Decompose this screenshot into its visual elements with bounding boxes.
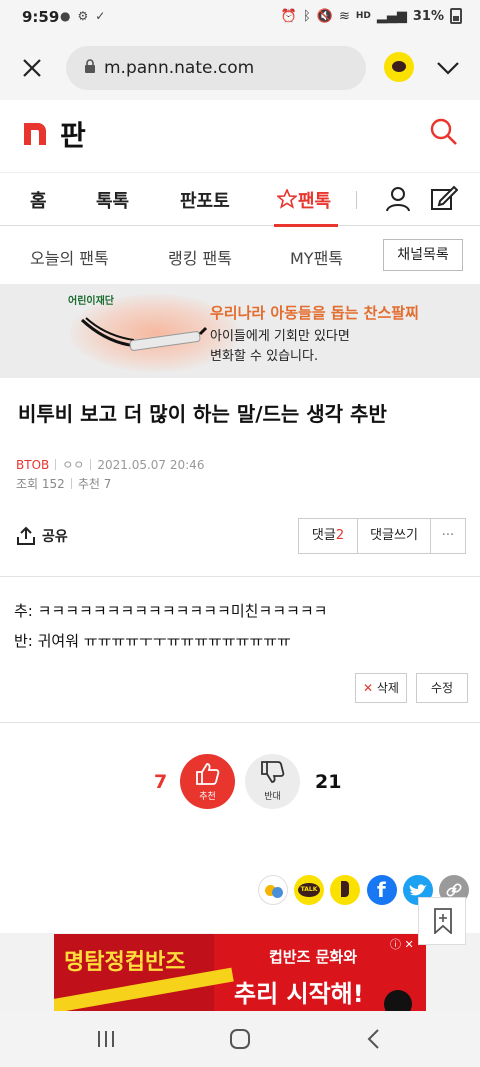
bookmark-icon bbox=[434, 908, 452, 934]
banner-headline: 우리나라 아동들을 돕는 찬스팔찌 bbox=[210, 304, 419, 322]
divider bbox=[0, 576, 480, 577]
subnav-ranking-fantok[interactable]: 랭킹 팬톡 bbox=[168, 245, 232, 269]
status-system-icons: ⏰ ᛒ 🔇 ≋ HD ▂▄▆ 31% bbox=[281, 8, 462, 24]
nav-pannphoto[interactable]: 판포토 bbox=[180, 187, 230, 213]
article-author: ㅇㅇ bbox=[62, 458, 85, 472]
ad-text-2: 추리 시작해! bbox=[234, 980, 364, 1008]
ad-info-close[interactable]: ⓘ ✕ bbox=[390, 936, 414, 952]
nav-toktok[interactable]: 톡톡 bbox=[96, 187, 129, 213]
article-title: 비투비 보고 더 많이 하는 말/드는 생각 추반 bbox=[18, 402, 387, 426]
comment-count: 2 bbox=[335, 528, 345, 543]
talk-text: TALK bbox=[298, 883, 320, 897]
share-label: 공유 bbox=[42, 529, 68, 545]
subnav-today-fantok[interactable]: 오늘의 팬톡 bbox=[30, 245, 109, 269]
thumbs-up-icon bbox=[196, 763, 220, 785]
bracelet-image bbox=[80, 317, 208, 351]
download-done-icon: ✓ bbox=[95, 9, 106, 23]
lock-icon bbox=[85, 59, 95, 73]
mute-icon: 🔇 bbox=[316, 8, 333, 24]
meta-divider bbox=[70, 478, 72, 489]
status-time: 9:59 bbox=[22, 8, 60, 26]
hd-label: HD bbox=[355, 11, 371, 21]
facebook-icon[interactable]: f bbox=[367, 875, 397, 905]
ad-title: 명탐정컵반즈 bbox=[64, 950, 186, 975]
oppose-button[interactable]: 반대 bbox=[245, 754, 300, 809]
bluetooth-icon: ᛒ bbox=[302, 8, 311, 24]
kakao-share-icon[interactable] bbox=[384, 52, 414, 82]
banner-subline-2: 변화할 수 있습니다. bbox=[210, 349, 319, 364]
battery-icon bbox=[450, 8, 462, 24]
chevron-down-icon[interactable] bbox=[436, 60, 460, 76]
divider bbox=[0, 722, 480, 723]
ad-text-1: 컵반즈 문화와 bbox=[269, 948, 358, 966]
bookmark-button[interactable] bbox=[418, 897, 466, 945]
recommend-count: 7 bbox=[154, 771, 168, 793]
search-icon[interactable] bbox=[430, 118, 458, 146]
delete-label: 삭제 bbox=[376, 681, 399, 695]
oppose-label: 반대 bbox=[264, 792, 281, 802]
kakaotalk-icon[interactable]: TALK bbox=[294, 875, 324, 905]
article-meta: BTOB ㅇㅇ 2021.05.07 20:46 bbox=[16, 456, 204, 473]
edit-button[interactable]: 수정 bbox=[416, 673, 468, 703]
back-icon[interactable] bbox=[366, 1028, 380, 1050]
delete-x-icon: ✕ bbox=[363, 681, 374, 695]
article-stats: 조회 152 추천 7 bbox=[16, 475, 111, 492]
comment-actions: 댓글2 댓글쓰기 ··· bbox=[298, 518, 466, 554]
article-recommends: 추천 7 bbox=[77, 477, 112, 491]
bird-glyph bbox=[409, 884, 427, 896]
status-bar: 9:59 ● ⚙ ✓ ⏰ ᛒ 🔇 ≋ HD ▂▄▆ 31% bbox=[0, 0, 480, 34]
nav-divider bbox=[356, 191, 357, 209]
more-button[interactable]: ··· bbox=[431, 519, 465, 553]
nav-fantok[interactable]: 팬톡 bbox=[298, 187, 331, 213]
write-icon[interactable] bbox=[430, 184, 458, 212]
close-icon[interactable] bbox=[22, 58, 42, 78]
kakaostory-icon[interactable] bbox=[258, 875, 288, 905]
oppose-count: 21 bbox=[315, 771, 342, 793]
banner-org-name: 어린이재단 bbox=[68, 296, 114, 307]
talk-notification-icon: ● bbox=[60, 9, 71, 23]
banner-subline-1: 아이들에게 기회만 있다면 bbox=[210, 329, 350, 344]
write-comment-button[interactable]: 댓글쓰기 bbox=[358, 519, 430, 553]
user-icon[interactable] bbox=[385, 186, 411, 212]
article-views: 조회 152 bbox=[16, 477, 65, 491]
kakao-page-icon[interactable] bbox=[330, 875, 360, 905]
url-text[interactable]: m.pann.nate.com bbox=[104, 58, 254, 78]
wifi-icon: ≋ bbox=[338, 8, 350, 24]
comments-button[interactable]: 댓글2 bbox=[299, 519, 357, 553]
signal-icon: ▂▄▆ bbox=[376, 8, 407, 24]
article-category[interactable]: BTOB bbox=[16, 458, 49, 472]
star-icon bbox=[277, 189, 297, 209]
subnav-my-fantok[interactable]: MY팬톡 bbox=[290, 245, 343, 269]
delete-button[interactable]: ✕ 삭제 bbox=[355, 673, 407, 703]
meta-divider bbox=[90, 459, 92, 470]
site-title[interactable]: 판 bbox=[60, 114, 86, 154]
settings-notification-icon: ⚙ bbox=[77, 9, 89, 23]
battery-percent: 31% bbox=[412, 8, 444, 24]
home-icon[interactable] bbox=[229, 1028, 251, 1050]
recent-apps-icon[interactable] bbox=[96, 1029, 116, 1049]
meta-divider bbox=[55, 459, 57, 470]
comments-label: 댓글 bbox=[311, 528, 336, 543]
nav-home[interactable]: 홈 bbox=[30, 187, 47, 213]
article-datetime: 2021.05.07 20:46 bbox=[97, 457, 205, 472]
share-icon bbox=[17, 526, 35, 545]
system-nav-bar bbox=[0, 1011, 480, 1067]
main-nav: 홈 톡톡 판포토 팬톡 bbox=[0, 172, 480, 227]
nate-logo-icon[interactable] bbox=[22, 119, 48, 145]
article-body-line: 추: ㅋㅋㅋㅋㅋㅋㅋㅋㅋㅋㅋㅋㅋㅋ미친ㅋㅋㅋㅋㅋ bbox=[14, 602, 328, 620]
recommend-label: 추천 bbox=[199, 792, 216, 802]
page: 9:59 ● ⚙ ✓ ⏰ ᛒ 🔇 ≋ HD ▂▄▆ 31% m.pann.nat… bbox=[0, 0, 480, 1067]
thumbs-down-icon bbox=[261, 761, 285, 783]
sub-nav: 오늘의 팬톡 랭킹 팬톡 MY팬톡 채널목록 bbox=[0, 227, 480, 284]
status-notification-icons: ● ⚙ ✓ bbox=[60, 9, 105, 23]
recommend-button[interactable]: 추천 bbox=[180, 754, 235, 809]
article-body-line: 반: 귀여워 ㅠㅠㅠㅠㅜㅜㅠㅠㅠㅠㅠㅠㅠㅠㅠ bbox=[14, 632, 291, 650]
channel-list-button[interactable]: 채널목록 bbox=[383, 239, 463, 271]
chain-glyph bbox=[446, 883, 462, 897]
share-button[interactable]: 공유 bbox=[16, 526, 68, 546]
ad-arrow-icon[interactable] bbox=[384, 990, 412, 1012]
alarm-icon: ⏰ bbox=[280, 8, 297, 24]
ad-banner[interactable]: 명탐정컵반즈 컵반즈 문화와 추리 시작해! ⓘ ✕ bbox=[54, 934, 426, 1012]
